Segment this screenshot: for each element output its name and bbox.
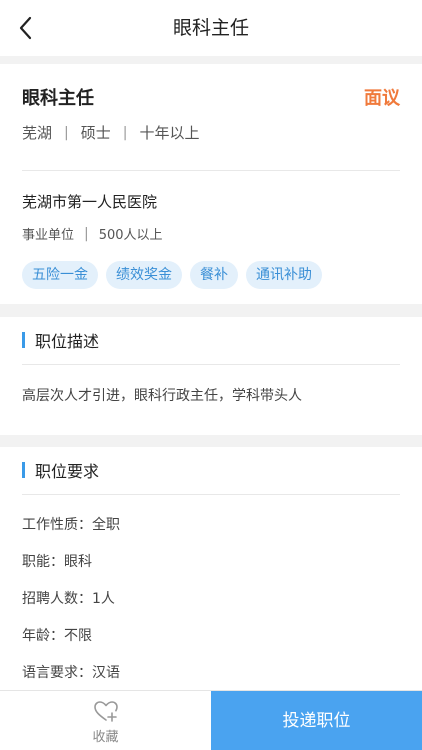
- favorite-button[interactable]: 收藏: [0, 691, 211, 750]
- benefit-tag: 绩效奖金: [106, 261, 182, 289]
- section-title: 职位要求: [35, 462, 100, 481]
- section-header: 职位要求: [22, 459, 99, 481]
- divider: [22, 494, 400, 495]
- page-title: 眼科主任: [172, 17, 249, 39]
- favorite-label: 收藏: [92, 730, 119, 745]
- job-title: 眼科主任: [22, 88, 94, 109]
- section-header: 职位描述: [22, 329, 99, 351]
- list-item: 招聘人数：1人: [22, 591, 115, 607]
- company-meta: 事业单位 | 500人以上: [22, 224, 163, 244]
- company-size: 500人以上: [98, 228, 163, 243]
- requirements-list: 工作性质：全职 职能：眼科 招聘人数：1人 年龄：不限 语言要求：汉语: [22, 514, 120, 699]
- benefit-tag: 五险一金: [22, 261, 98, 289]
- separator: |: [84, 225, 89, 242]
- company-type: 事业单位: [22, 228, 75, 243]
- benefit-tag: 餐补: [190, 261, 238, 289]
- job-summary-card: 眼科主任 面议 芜湖 | 硕士 | 十年以上 芜湖市第一人民医院 事业单位 | …: [0, 64, 422, 304]
- list-item: 职能：眼科: [22, 554, 92, 570]
- list-item: 年龄：不限: [22, 628, 92, 644]
- company-name[interactable]: 芜湖市第一人民医院: [22, 191, 157, 212]
- job-location: 芜湖: [22, 124, 53, 142]
- section-accent-bar: [22, 332, 25, 348]
- job-education: 硕士: [80, 124, 111, 142]
- benefit-tag: 通讯补助: [246, 261, 322, 289]
- job-description-card: 职位描述 高层次人才引进，眼科行政主任，学科带头人: [0, 317, 422, 435]
- divider: [22, 364, 400, 365]
- apply-button[interactable]: 投递职位: [211, 691, 422, 750]
- separator: |: [64, 124, 69, 141]
- job-description-text: 高层次人才引进，眼科行政主任，学科带头人: [22, 388, 302, 404]
- top-nav-bar: 眼科主任: [0, 0, 422, 56]
- bottom-action-bar: 收藏 投递职位: [0, 690, 422, 750]
- list-item: 工作性质：全职: [22, 517, 120, 533]
- section-title: 职位描述: [35, 332, 100, 351]
- section-accent-bar: [22, 462, 25, 478]
- heart-plus-icon: [94, 701, 118, 722]
- job-meta: 芜湖 | 硕士 | 十年以上: [22, 122, 199, 143]
- benefit-tags: 五险一金 绩效奖金 餐补 通讯补助: [22, 261, 322, 289]
- divider: [22, 170, 400, 171]
- separator: |: [122, 124, 128, 141]
- job-experience: 十年以上: [139, 124, 200, 142]
- salary: 面议: [364, 88, 400, 109]
